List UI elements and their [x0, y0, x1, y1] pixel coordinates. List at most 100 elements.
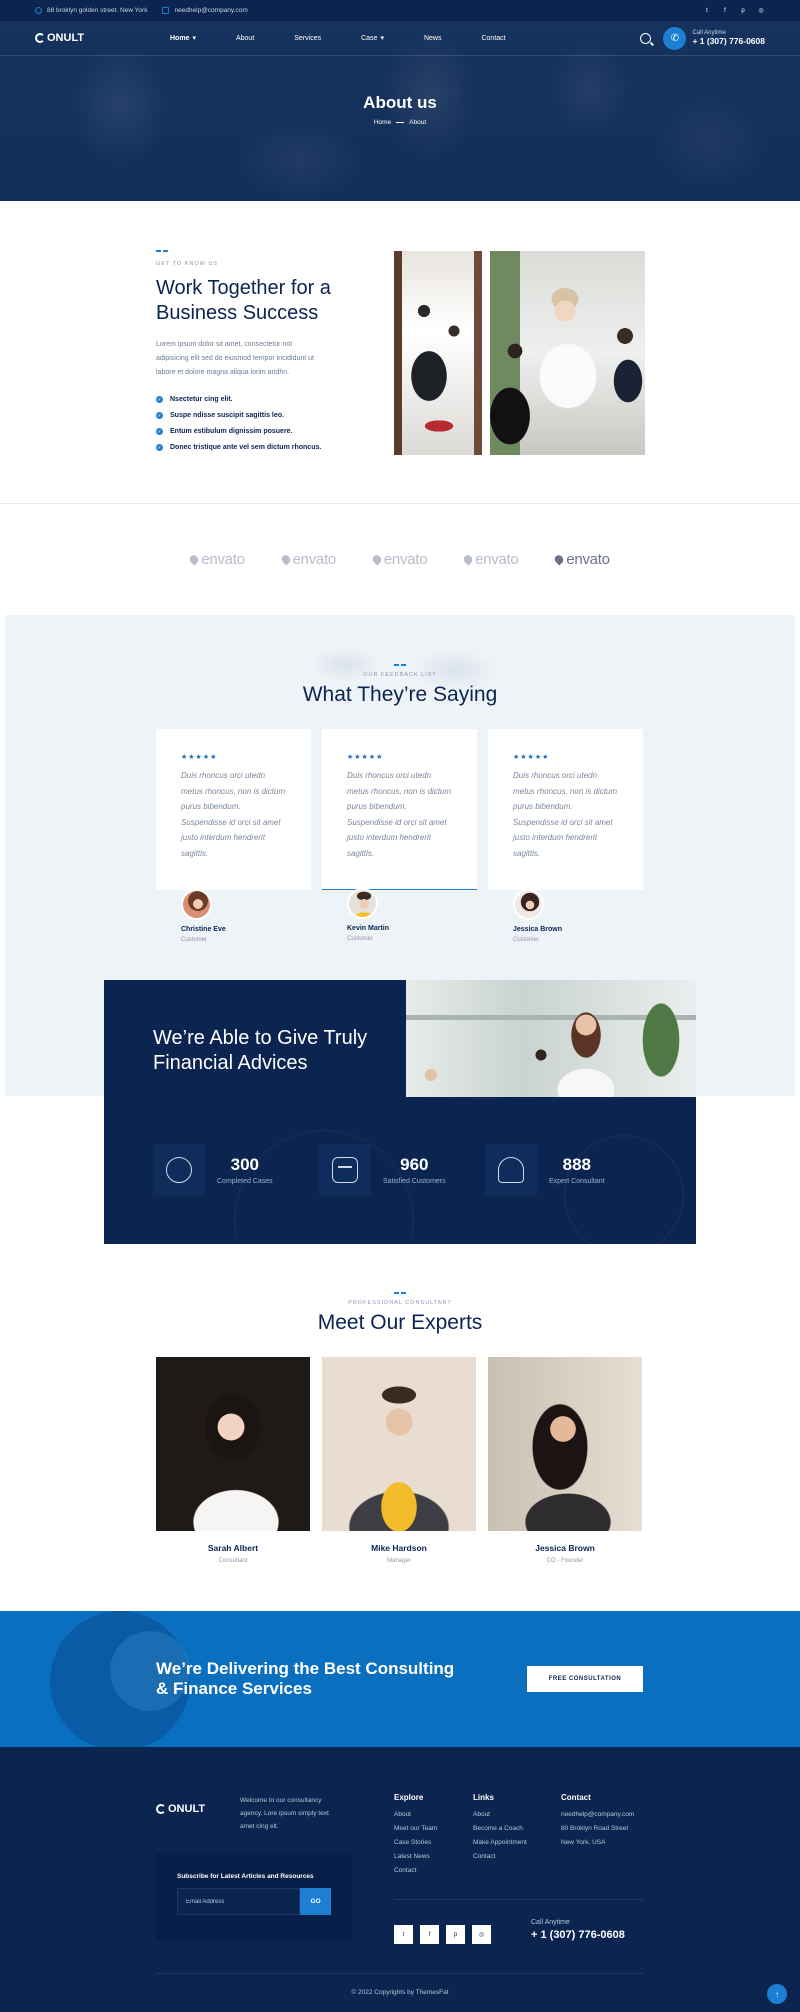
email-text[interactable]: needhelp@company.com — [174, 7, 247, 14]
team-member[interactable]: Sarah Albert Consultant — [156, 1357, 310, 1564]
call-anytime[interactable]: ✆ Call Anytime + 1 (307) 776-0608 — [663, 26, 765, 50]
testimonial-cards: ★★★★★ Duis rhoncus orci utedn metus rhon… — [156, 729, 643, 890]
member-name[interactable]: Mike Hardson — [322, 1543, 476, 1553]
footer-col-title: Explore — [394, 1793, 424, 1802]
member-photo[interactable] — [322, 1357, 476, 1531]
copyright: © 2022 Copyrights by ThemesFat — [351, 1989, 449, 1996]
member-role: CO - Founder — [546, 1558, 584, 1564]
brand-logo[interactable]: envato — [279, 550, 337, 568]
phone-icon: ✆ — [663, 26, 687, 50]
nav-item-label: News — [423, 34, 442, 42]
star-rating-icon: ★★★★★ — [347, 754, 384, 761]
financial-title: We’re Able to Give Truly Financial Advic… — [153, 1027, 368, 1074]
about-title: Work Together for a Business Success — [156, 276, 331, 324]
testimonial-name: Jessica Brown — [513, 926, 563, 933]
brand-logo[interactable]: envato — [553, 551, 610, 568]
brand-name: envato — [383, 550, 428, 568]
nav-item-news[interactable]: News — [424, 34, 442, 42]
scroll-to-top-button[interactable]: ↑ — [767, 1984, 787, 2004]
pinterest-icon[interactable]: p — [446, 1925, 465, 1944]
footer-links: Links About Become a Coach Make Appointm… — [473, 1793, 527, 1867]
footer-link[interactable]: Become a Coach — [473, 1825, 527, 1839]
check-item-text: Donec tristique ante vel sem dictum rhon… — [170, 444, 322, 451]
member-photo[interactable] — [156, 1357, 310, 1531]
footer-explore: Explore About Meet our Team Case Stories… — [394, 1793, 437, 1881]
member-photo[interactable] — [488, 1357, 642, 1531]
pinterest-icon[interactable]: p — [739, 7, 747, 15]
check-item-text: Suspe ndisse suscipit sagittis leo. — [170, 412, 284, 419]
twitter-icon[interactable]: t — [703, 7, 711, 15]
testimonial-person: Kevin Martin Customer — [322, 888, 477, 942]
footer-link[interactable]: Contact — [473, 1853, 527, 1867]
about-section: GET TO KNOW US Work Together for a Busin… — [0, 201, 800, 504]
team-member[interactable]: Jessica Brown CO - Founder — [488, 1357, 642, 1564]
twitter-icon[interactable]: t — [394, 1925, 413, 1944]
subscribe-box: Subscribe for Latest Articles and Resour… — [156, 1853, 352, 1940]
about-eyebrow: GET TO KNOW US — [156, 260, 218, 267]
brand-logo[interactable]: envato — [462, 551, 519, 568]
eyebrow-line-icon — [5, 664, 795, 666]
member-name[interactable]: Jessica Brown — [488, 1543, 642, 1553]
subscribe-go-button[interactable]: GO — [300, 1888, 331, 1915]
brand-logos: envato envato envato envato envato — [0, 504, 800, 614]
experts-eyebrow: PROFESSIONAL CONSULTANT — [348, 1299, 452, 1306]
nav-item-services[interactable]: Services — [294, 34, 321, 42]
facebook-icon[interactable]: f — [721, 7, 729, 15]
footer-contact-email[interactable]: needhelp@company.com — [561, 1811, 634, 1825]
nav-item-label: Home — [170, 34, 190, 42]
free-consultation-button[interactable]: FREE CONSULTATION — [527, 1666, 643, 1692]
footer-call[interactable]: Call Anytime + 1 (307) 776-0608 — [531, 1919, 625, 1941]
footer-link[interactable]: Make Appointment — [473, 1839, 527, 1853]
nav-item-home[interactable]: Home ▾ — [170, 34, 196, 43]
subscribe-form: GO — [177, 1888, 331, 1915]
logo[interactable]: ONULT — [35, 32, 135, 44]
check-list: ✓ Nsectetur cing elit. ✓ Suspe ndisse susc… — [156, 392, 356, 456]
experts-section: PROFESSIONAL CONSULTANT Meet Our Experts… — [0, 1244, 800, 1611]
brand-name: envato — [201, 550, 245, 568]
testimonial-quote: Duis rhoncus orci utedn metus rhoncus, n… — [347, 771, 452, 858]
footer-call-number[interactable]: + 1 (307) 776-0608 — [531, 1929, 625, 1941]
instagram-icon[interactable]: ◎ — [757, 7, 765, 15]
stats-row: 300 Completed Cases 960 Satisfied Custom… — [153, 1144, 651, 1196]
team-member[interactable]: Mike Hardson Manager — [322, 1357, 476, 1564]
call-number[interactable]: + 1 (307) 776-0608 — [692, 36, 765, 46]
office-photo — [394, 251, 482, 455]
arrow-up-icon: ↑ — [775, 1989, 779, 1999]
footer-link[interactable]: About — [394, 1811, 437, 1825]
footer-divider — [394, 1899, 643, 1900]
brand-logo[interactable]: envato — [370, 550, 428, 568]
testimonial-role: Customer — [513, 937, 540, 943]
stat-label: Completed Cases — [217, 1178, 273, 1185]
member-name[interactable]: Sarah Albert — [156, 1543, 310, 1553]
breadcrumb-separator — [396, 122, 405, 123]
footer-link[interactable]: Contact — [394, 1867, 437, 1881]
footer-link[interactable]: Meet our Team — [394, 1825, 437, 1839]
email-input[interactable] — [177, 1888, 301, 1915]
eyebrow-line-icon — [0, 1292, 800, 1294]
page-title: About us — [363, 93, 437, 112]
footer-link[interactable]: About — [473, 1811, 527, 1825]
envato-leaf-icon — [188, 552, 201, 566]
about-text: GET TO KNOW US Work Together for a Busin… — [156, 250, 356, 456]
check-icon: ✓ — [156, 428, 163, 435]
envato-leaf-icon — [462, 552, 475, 566]
nav-item-contact[interactable]: Contact — [481, 34, 505, 42]
footer-link[interactable]: Case Stories — [394, 1839, 437, 1853]
instagram-icon[interactable]: ◎ — [472, 1925, 491, 1944]
brand-logo[interactable]: envato — [188, 550, 245, 568]
stat-item: 888 Expert Consultant — [485, 1144, 651, 1196]
facebook-icon[interactable]: f — [420, 1925, 439, 1944]
email-item[interactable]: needhelp@company.com — [162, 7, 248, 14]
breadcrumb-home[interactable]: Home — [374, 119, 391, 126]
search-icon[interactable] — [640, 32, 652, 44]
nav-item-about[interactable]: About — [236, 34, 254, 42]
financial-stats-section: We’re Able to Give Truly Financial Advic… — [104, 980, 696, 1244]
brand-name: envato — [292, 550, 337, 568]
footer-call-label: Call Anytime — [531, 1919, 570, 1926]
about-paragraph: Lorem ipsum dolor sit amet, consectetur … — [156, 340, 314, 376]
testimonial-person: Jessica Brown Customer — [488, 889, 643, 943]
logo-text: ONULT — [168, 1803, 206, 1815]
envato-leaf-icon — [370, 552, 383, 566]
footer-link[interactable]: Latest News — [394, 1853, 437, 1867]
nav-item-case[interactable]: Case ▾ — [361, 34, 384, 43]
